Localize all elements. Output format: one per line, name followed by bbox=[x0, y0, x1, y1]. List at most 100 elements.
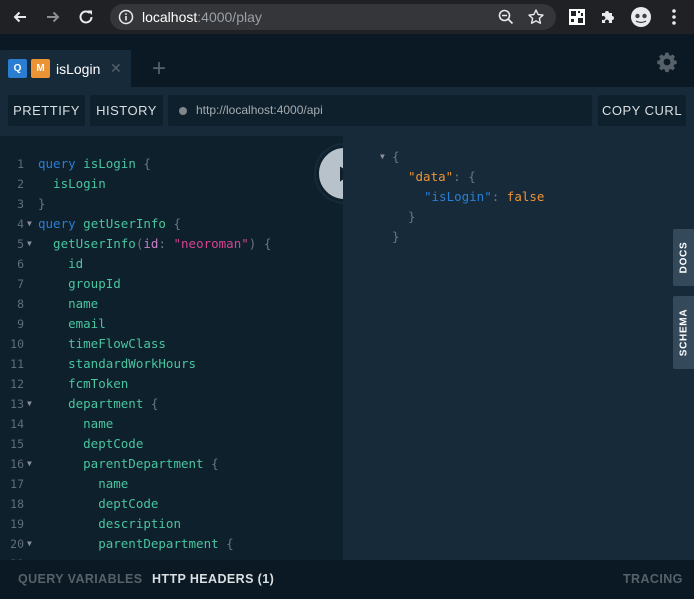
code-line[interactable]: 16 ▼ parentDepartment { bbox=[0, 454, 343, 474]
code-token: getUserInfo bbox=[75, 216, 174, 231]
code-token: name bbox=[38, 476, 129, 491]
code-token: getUserInfo bbox=[38, 236, 136, 251]
code-token: { bbox=[211, 456, 219, 471]
code-line[interactable]: 18 deptCode bbox=[0, 494, 343, 514]
code-token: fcmToken bbox=[38, 376, 129, 391]
code-token: { bbox=[143, 156, 151, 171]
line-number: 17 bbox=[10, 477, 24, 491]
code-token: name bbox=[38, 296, 99, 311]
query-editor[interactable]: 1 query isLogin {2 isLogin 3} 4 ▼ query getUs… bbox=[0, 136, 343, 560]
result-line: "data": { bbox=[408, 167, 476, 187]
code-line[interactable]: 17 name bbox=[0, 474, 343, 494]
docs-tab-label: DOCS bbox=[678, 241, 690, 274]
code-line[interactable]: 4 ▼ query getUserInfo { bbox=[0, 214, 343, 234]
code-text: isLogin bbox=[38, 174, 106, 194]
docs-tab[interactable]: DOCS bbox=[673, 229, 694, 286]
puzzle-icon[interactable] bbox=[598, 7, 618, 27]
tab-islogin[interactable]: Q M isLogin ✕ bbox=[0, 50, 131, 87]
code-text: parentDepartment { bbox=[38, 454, 219, 474]
code-token: { bbox=[150, 396, 159, 411]
result-token: : { bbox=[453, 169, 476, 184]
http-headers-tab[interactable]: HTTP HEADERS (1) bbox=[152, 572, 274, 587]
line-number: 4 bbox=[17, 217, 24, 231]
qr-extension-icon[interactable] bbox=[567, 7, 587, 27]
line-number: 3 bbox=[17, 197, 24, 211]
url-path: :4000/play bbox=[197, 9, 262, 25]
code-line[interactable]: 10 timeFlowClass bbox=[0, 334, 343, 354]
result-token: false bbox=[506, 189, 545, 204]
code-token: "neoroman" bbox=[173, 236, 249, 251]
schema-tab[interactable]: SCHEMA bbox=[673, 296, 694, 369]
code-line[interactable]: 14 name bbox=[0, 414, 343, 434]
code-line[interactable]: 7 groupId bbox=[0, 274, 343, 294]
kebab-menu-icon[interactable] bbox=[664, 7, 684, 27]
reload-icon[interactable] bbox=[74, 5, 98, 29]
result-line: } bbox=[392, 227, 400, 247]
code-line[interactable]: 8 name bbox=[0, 294, 343, 314]
query-badge: Q bbox=[8, 59, 27, 78]
code-line[interactable]: 13 ▼ department { bbox=[0, 394, 343, 414]
code-text: email bbox=[38, 314, 106, 334]
url-host: localhost bbox=[142, 9, 198, 25]
zoom-out-icon[interactable] bbox=[497, 8, 515, 26]
address-bar[interactable]: localhost:4000/play bbox=[110, 4, 556, 30]
code-token: : bbox=[158, 236, 174, 251]
code-token: isLogin bbox=[38, 176, 106, 191]
avatar-icon[interactable] bbox=[631, 7, 651, 27]
code-text: query getUserInfo { bbox=[38, 214, 181, 234]
code-token: description bbox=[38, 516, 181, 531]
info-icon[interactable] bbox=[118, 9, 134, 25]
code-text: getUserInfo(id: "neoroman") { bbox=[38, 234, 271, 254]
endpoint-url-input[interactable]: http://localhost:4000/api bbox=[168, 95, 592, 126]
copy-curl-button[interactable]: COPY CURL bbox=[598, 95, 686, 126]
fold-arrow-icon[interactable]: ▼ bbox=[27, 234, 32, 254]
fold-arrow-icon[interactable]: ▼ bbox=[27, 214, 32, 234]
code-text: query isLogin { bbox=[38, 154, 151, 174]
code-token: standardWorkHours bbox=[38, 356, 197, 371]
gear-icon[interactable] bbox=[655, 50, 679, 74]
fold-arrow-icon[interactable]: ▼ bbox=[380, 147, 385, 167]
code-line[interactable]: 19 description bbox=[0, 514, 343, 534]
code-line[interactable]: 3} bbox=[0, 194, 343, 214]
star-icon[interactable] bbox=[527, 8, 545, 26]
code-token: { bbox=[226, 536, 234, 551]
mutation-badge: M bbox=[31, 59, 50, 78]
code-line[interactable]: 1 query isLogin { bbox=[0, 154, 343, 174]
code-text: department { bbox=[38, 394, 158, 414]
code-line[interactable]: 2 isLogin bbox=[0, 174, 343, 194]
line-number: 8 bbox=[17, 297, 24, 311]
code-text: description bbox=[38, 514, 181, 534]
fold-arrow-icon[interactable]: ▼ bbox=[27, 394, 32, 414]
code-line[interactable]: 9 email bbox=[0, 314, 343, 334]
code-line[interactable]: 12 fcmToken bbox=[0, 374, 343, 394]
code-token: parentDepartment bbox=[38, 536, 227, 551]
code-text: fcmToken bbox=[38, 374, 128, 394]
code-token: email bbox=[38, 316, 106, 331]
fold-arrow-icon[interactable]: ▼ bbox=[27, 534, 32, 554]
bottom-panel-bar: QUERY VARIABLES HTTP HEADERS (1) TRACING bbox=[0, 560, 694, 599]
code-text: name bbox=[38, 414, 113, 434]
code-text: standardWorkHours bbox=[38, 354, 196, 374]
result-token: { bbox=[392, 149, 400, 164]
code-line[interactable]: 5 ▼ getUserInfo(id: "neoroman") { bbox=[0, 234, 343, 254]
arrow-right-icon[interactable] bbox=[41, 5, 65, 29]
code-line[interactable]: 6 id bbox=[0, 254, 343, 274]
result-token: "data" bbox=[408, 169, 454, 184]
add-tab-button[interactable]: + bbox=[147, 57, 171, 81]
close-icon[interactable]: ✕ bbox=[110, 61, 122, 75]
code-token: query bbox=[38, 216, 76, 231]
line-number: 18 bbox=[10, 497, 24, 511]
line-number: 1 bbox=[17, 157, 24, 171]
code-line[interactable]: 11 standardWorkHours bbox=[0, 354, 343, 374]
code-line[interactable]: 15 deptCode bbox=[0, 434, 343, 454]
query-variables-tab[interactable]: QUERY VARIABLES bbox=[18, 572, 143, 587]
line-number: 16 bbox=[10, 457, 24, 471]
history-button[interactable]: HISTORY bbox=[90, 95, 163, 126]
prettify-button[interactable]: PRETTIFY bbox=[8, 95, 85, 126]
tracing-tab[interactable]: TRACING bbox=[623, 572, 683, 587]
line-number: 6 bbox=[17, 257, 24, 271]
fold-arrow-icon[interactable]: ▼ bbox=[27, 454, 32, 474]
code-token: query bbox=[38, 156, 76, 171]
arrow-left-icon[interactable] bbox=[8, 5, 32, 29]
code-line[interactable]: 20 ▼ parentDepartment { bbox=[0, 534, 343, 554]
